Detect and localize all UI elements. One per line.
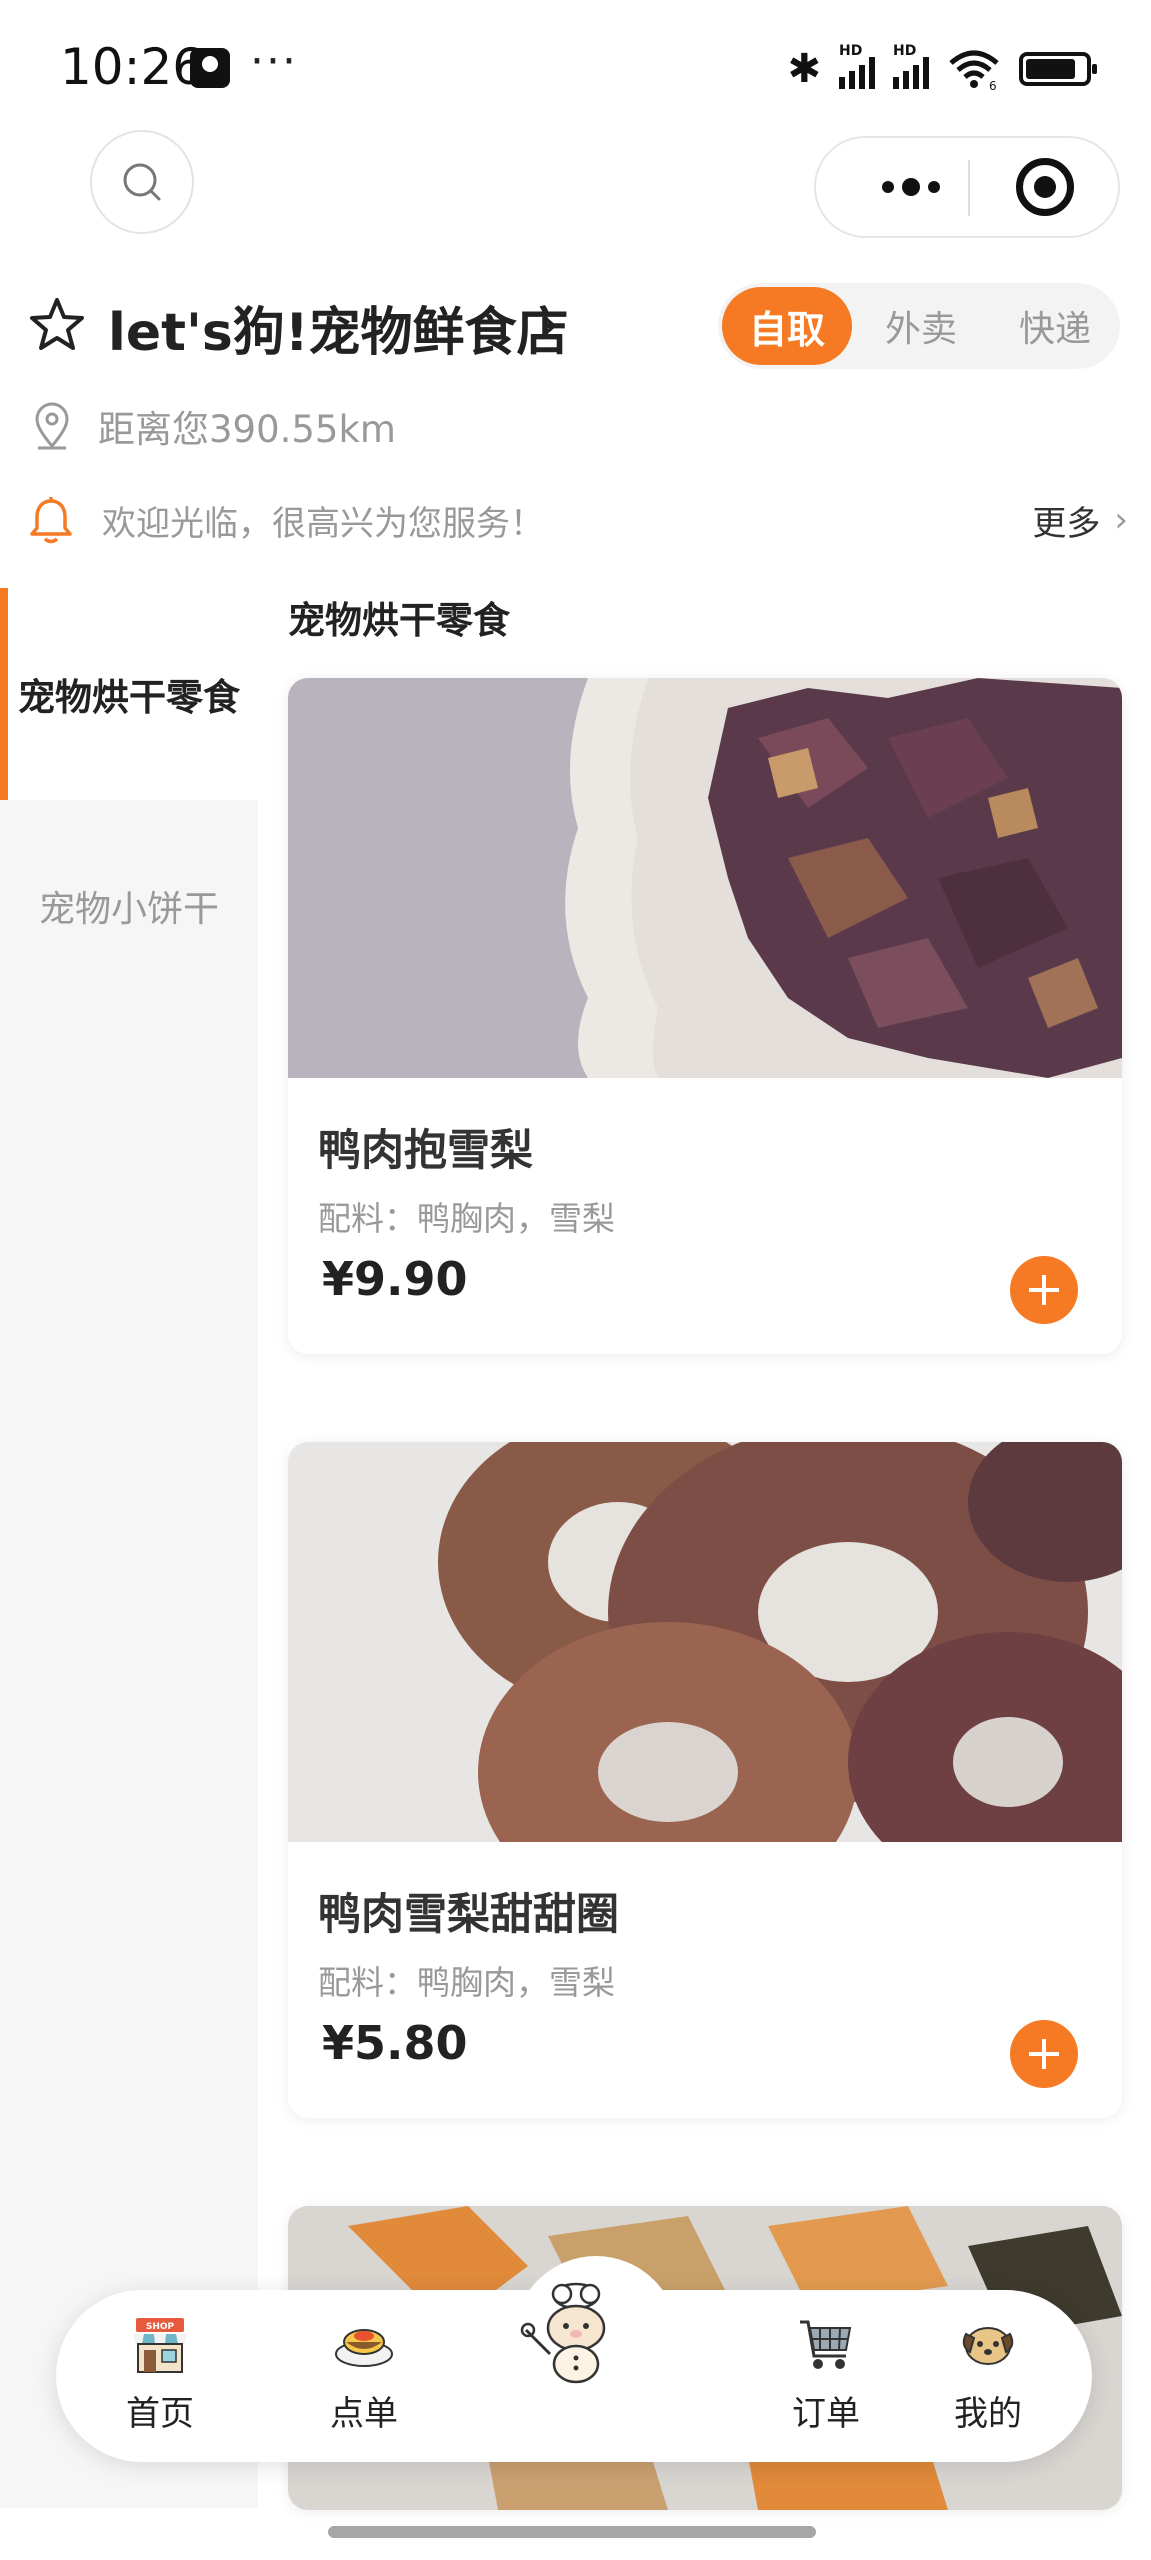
capsule-divider	[968, 160, 970, 216]
shopping-cart-icon	[800, 2320, 852, 2369]
home-indicator[interactable]	[328, 2526, 816, 2538]
tab-label: 点单	[330, 2394, 398, 2434]
mode-tab-delivery[interactable]: 外卖	[856, 287, 986, 365]
product-card[interactable]: 鸭肉雪梨甜甜圈 配料：鸭胸肉，雪梨 ¥5.80	[288, 1442, 1122, 2118]
store-name[interactable]: let's狗!宠物鲜食店	[108, 290, 569, 365]
location-pin-icon	[35, 402, 69, 450]
mascot-chef-bear-icon[interactable]	[518, 2278, 628, 2388]
notice-more-label: 更多	[1032, 503, 1101, 544]
chevron-right-icon: ›	[1114, 500, 1128, 540]
dog-face-icon	[962, 2327, 1014, 2365]
sidebar-item-label: 宠物小饼干	[38, 889, 219, 930]
tab-home[interactable]: SHOP 首页	[80, 2290, 240, 2462]
sidebar-item-label: 宠物烘干零食	[18, 676, 240, 719]
tab-mine[interactable]: 我的	[908, 2290, 1068, 2462]
tab-order[interactable]: 点单	[284, 2290, 444, 2462]
sidebar-item-biscuits[interactable]: 宠物小饼干	[0, 800, 258, 1012]
notice-bar: 欢迎光临，很高兴为您服务！ 更多 ›	[28, 488, 1128, 552]
product-ingredients: 配料：鸭胸肉，雪梨	[318, 1199, 615, 1238]
bluetooth-icon: ✱	[787, 46, 821, 92]
miniprogram-capsule	[814, 136, 1120, 238]
notice-more-link[interactable]: 更多 ›	[1032, 488, 1128, 552]
chevron-right-icon[interactable]: ›	[540, 296, 559, 352]
add-to-cart-button[interactable]	[1010, 1256, 1078, 1324]
store-distance: 距离您390.55km	[98, 408, 396, 451]
product-name: 鸭肉雪梨甜甜圈	[318, 1890, 619, 1940]
section-title: 宠物烘干零食	[288, 599, 510, 642]
product-card[interactable]: 鸭肉抱雪梨 配料：鸭胸肉，雪梨 ¥9.90	[288, 678, 1122, 1354]
search-icon	[123, 163, 161, 201]
add-to-cart-button[interactable]	[1010, 2020, 1078, 2088]
wifi-badge: 6	[989, 79, 997, 91]
battery-icon	[1019, 52, 1097, 86]
product-image[interactable]	[288, 678, 1122, 1078]
status-more-icon: ···	[250, 36, 298, 87]
signal-icon: HD	[893, 43, 929, 89]
favorite-star-icon[interactable]	[28, 296, 86, 354]
tab-orders[interactable]: 订单	[746, 2290, 906, 2462]
location-row: 距离您390.55km	[32, 396, 396, 456]
hd-label: HD	[893, 43, 917, 59]
wifi-icon: 6	[949, 50, 999, 91]
mode-tab-pickup[interactable]: 自取	[722, 287, 852, 365]
status-bar: 10:26 ··· ✱ HD HD 6	[0, 0, 1151, 130]
sidebar-item-dried-snacks[interactable]: 宠物烘干零食	[0, 588, 258, 800]
product-name: 鸭肉抱雪梨	[318, 1126, 533, 1176]
product-price: ¥9.90	[322, 1252, 468, 1306]
category-sidebar: 宠物烘干零食 宠物小饼干	[0, 588, 258, 2508]
mode-tab-express[interactable]: 快递	[990, 287, 1120, 365]
search-button[interactable]	[90, 130, 194, 234]
shop-icon: SHOP	[134, 2318, 186, 2373]
close-miniprogram-button[interactable]	[1016, 158, 1074, 216]
tab-label: 我的	[954, 2394, 1022, 2434]
product-ingredients: 配料：鸭胸肉，雪梨	[318, 1963, 615, 2002]
tab-label: 首页	[126, 2394, 194, 2434]
tab-label: 订单	[792, 2394, 860, 2434]
product-image[interactable]	[288, 1442, 1122, 1842]
svg-text:SHOP: SHOP	[146, 2322, 175, 2332]
signal-icon: HD	[839, 43, 875, 89]
notice-text: 欢迎光临，很高兴为您服务！	[102, 503, 544, 544]
more-options-button[interactable]	[856, 138, 966, 236]
food-plate-icon	[335, 2329, 393, 2367]
product-price: ¥5.80	[322, 2016, 468, 2070]
status-time: 10:26	[60, 38, 205, 96]
bell-icon	[30, 497, 72, 544]
delivery-mode-tabs: 自取 外卖 快递	[718, 283, 1120, 369]
app-notification-icon	[190, 48, 230, 88]
hd-label: HD	[839, 43, 863, 59]
status-indicators: ✱ HD HD 6	[787, 43, 1097, 94]
